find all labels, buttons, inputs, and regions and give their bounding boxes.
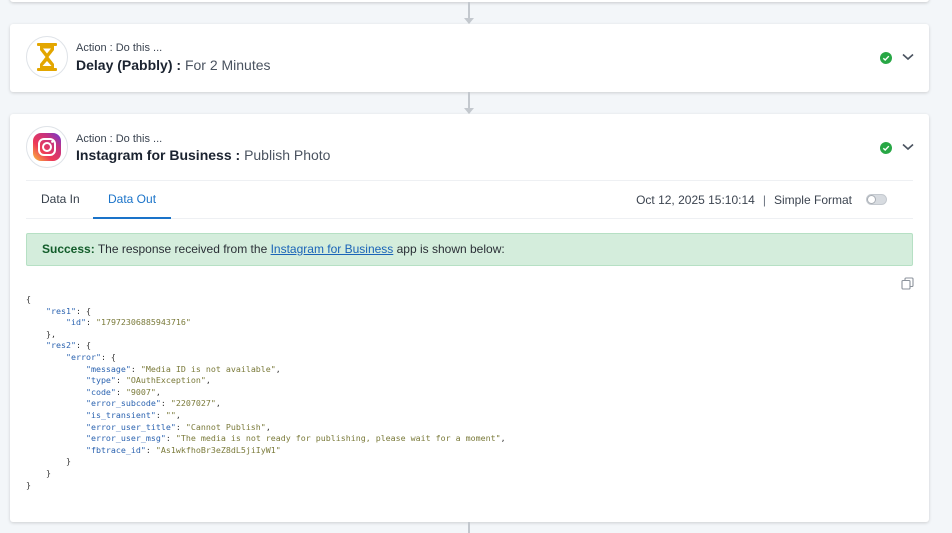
json-punct: { bbox=[26, 294, 31, 304]
copy-icon[interactable] bbox=[901, 277, 914, 290]
json-key: "res2" bbox=[45, 340, 76, 351]
json-value: "2207027" bbox=[170, 398, 216, 409]
response-meta: Oct 12, 2025 15:10:14 | Simple Format bbox=[636, 193, 852, 207]
json-punct: } bbox=[65, 456, 71, 467]
step-card-delay[interactable]: Action : Do this ... Delay (Pabbly) : Fo… bbox=[10, 24, 929, 92]
step-header[interactable]: Action : Do this ... Delay (Pabbly) : Fo… bbox=[10, 24, 929, 90]
json-punct: : { bbox=[75, 305, 91, 316]
json-punct: : { bbox=[75, 340, 91, 351]
json-key: "error_subcode" bbox=[85, 398, 161, 409]
json-line: } bbox=[26, 468, 506, 480]
json-punct: } bbox=[45, 467, 51, 478]
instagram-icon bbox=[26, 126, 68, 168]
json-key: "id" bbox=[65, 317, 86, 328]
title-separator: : bbox=[231, 147, 245, 163]
json-key: "message" bbox=[85, 363, 131, 374]
json-line: { bbox=[26, 294, 506, 306]
hourglass-icon bbox=[26, 36, 68, 78]
step-connector bbox=[468, 522, 470, 533]
json-key: "error_user_msg" bbox=[85, 433, 166, 444]
json-key: "error" bbox=[65, 351, 101, 362]
json-value: "OAuthException" bbox=[125, 375, 206, 386]
meta-separator: | bbox=[762, 193, 766, 207]
json-punct: }, bbox=[45, 328, 56, 339]
json-value: "17972306885943716" bbox=[95, 317, 191, 328]
json-line: "res1": { bbox=[26, 306, 506, 318]
step-action-name: Publish Photo bbox=[244, 147, 331, 163]
alert-text: app is shown below: bbox=[393, 242, 505, 256]
json-key: "code" bbox=[85, 386, 116, 397]
json-value: "Cannot Publish" bbox=[185, 421, 266, 432]
json-line: "error": { bbox=[26, 352, 506, 364]
json-value: "Media ID is not available" bbox=[140, 363, 276, 374]
simple-format-label: Simple Format bbox=[773, 193, 852, 207]
alert-lead: Success: bbox=[42, 242, 95, 256]
tab-data-in[interactable]: Data In bbox=[26, 181, 95, 219]
json-line: "code": "9007", bbox=[85, 386, 161, 397]
json-line: "type": "OAuthException", bbox=[85, 375, 211, 386]
step-connector bbox=[464, 2, 474, 24]
json-line: } bbox=[26, 456, 506, 468]
chevron-down-icon[interactable] bbox=[901, 50, 915, 64]
json-line: "id": "17972306885943716" bbox=[65, 317, 191, 328]
step-kicker: Action : Do this ... bbox=[76, 42, 163, 54]
json-line: "error_user_msg": "The media is not read… bbox=[85, 433, 506, 444]
json-punct: } bbox=[26, 479, 31, 490]
response-json: { "res1": { "id": "17972306885943716" },… bbox=[26, 294, 506, 491]
tab-data-out[interactable]: Data Out bbox=[93, 181, 172, 219]
success-check-icon bbox=[880, 52, 892, 64]
step-title: Delay (Pabbly) : For 2 Minutes bbox=[76, 57, 271, 73]
json-value: "9007" bbox=[125, 386, 156, 397]
json-key: "fbtrace_id" bbox=[85, 444, 146, 455]
step-app-name: Instagram for Business bbox=[76, 147, 232, 163]
toggle-knob bbox=[867, 195, 876, 204]
json-key: "error_user_title" bbox=[85, 421, 176, 432]
instagram-app-link[interactable]: Instagram for Business bbox=[271, 242, 394, 256]
json-line: }, bbox=[26, 329, 506, 341]
json-value: "" bbox=[165, 409, 176, 420]
alert-text: The response received from the bbox=[94, 242, 271, 256]
json-line: "error_user_title": "Cannot Publish", bbox=[85, 421, 271, 432]
json-line: "message": "Media ID is not available", bbox=[85, 363, 281, 374]
chevron-down-icon[interactable] bbox=[901, 140, 915, 154]
step-action-name: For 2 Minutes bbox=[184, 57, 271, 73]
step-card-instagram: Action : Do this ... Instagram for Busin… bbox=[10, 114, 929, 522]
json-line: "res2": { bbox=[26, 340, 506, 352]
json-line: } bbox=[26, 480, 506, 492]
json-key: "is_transient" bbox=[85, 409, 156, 420]
json-punct: : { bbox=[100, 351, 116, 362]
json-line: "is_transient": "", bbox=[85, 409, 181, 420]
simple-format-toggle[interactable] bbox=[866, 194, 887, 205]
step-connector bbox=[464, 92, 474, 114]
data-tabs: Data In Data Out Oct 12, 2025 15:10:14 | S… bbox=[26, 180, 913, 219]
step-kicker: Action : Do this ... bbox=[76, 133, 163, 145]
json-line: "error_subcode": "2207027", bbox=[85, 398, 221, 409]
json-key: "type" bbox=[85, 375, 116, 386]
success-alert: Success: The response received from the … bbox=[26, 233, 913, 266]
success-check-icon bbox=[880, 142, 892, 154]
json-line: "fbtrace_id": "As1wkfhoBr3eZ8dL5jiIyW1" bbox=[85, 444, 281, 455]
json-value: "The media is not ready for publishing, … bbox=[175, 433, 501, 444]
step-app-name: Delay (Pabbly) bbox=[76, 57, 173, 73]
step-header[interactable]: Action : Do this ... Instagram for Busin… bbox=[10, 114, 929, 180]
step-title: Instagram for Business : Publish Photo bbox=[76, 147, 330, 163]
title-separator: : bbox=[172, 57, 185, 73]
json-key: "res1" bbox=[45, 305, 76, 316]
response-timestamp: Oct 12, 2025 15:10:14 bbox=[636, 193, 755, 207]
json-value: "As1wkfhoBr3eZ8dL5jiIyW1" bbox=[155, 444, 281, 455]
